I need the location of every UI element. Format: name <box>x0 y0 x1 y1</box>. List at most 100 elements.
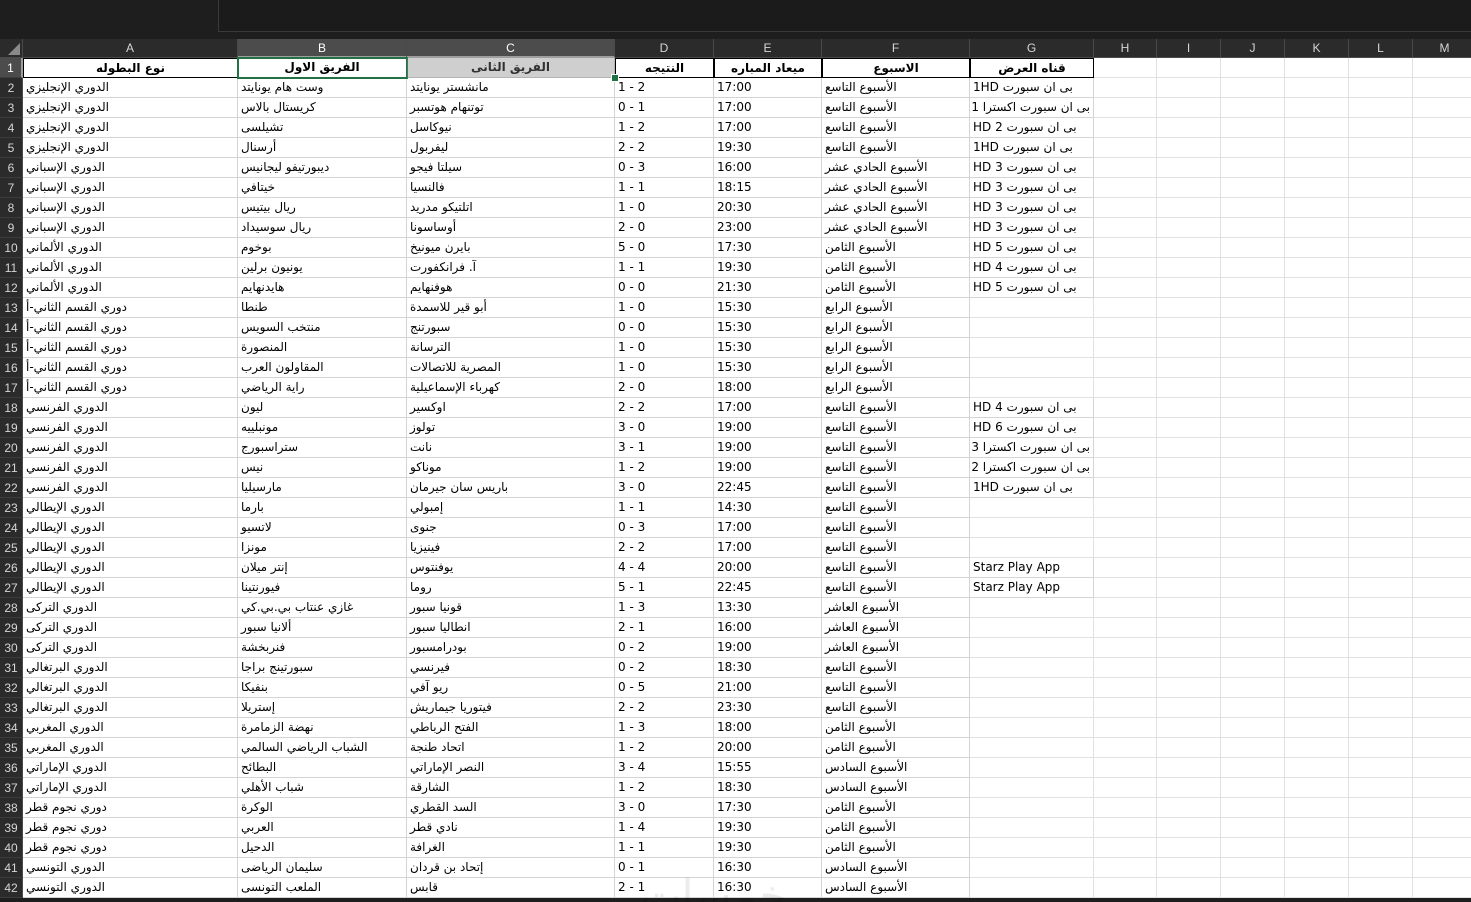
cell-d[interactable]: 1 - 3 <box>615 598 714 618</box>
cell[interactable] <box>1221 678 1285 698</box>
cell[interactable] <box>1349 438 1413 458</box>
cell-f[interactable]: الأسبوع التاسع <box>822 578 970 598</box>
cell[interactable] <box>1413 258 1471 278</box>
cell-d[interactable]: 3 - 4 <box>615 758 714 778</box>
row-header[interactable]: 1 <box>0 58 23 78</box>
cell-c[interactable]: توتنهام هوتسبر <box>407 98 615 118</box>
cell-f[interactable]: الأسبوع العاشر <box>822 638 970 658</box>
cell-e[interactable]: 20:30 <box>714 198 822 218</box>
column-header-e[interactable]: E <box>714 39 822 58</box>
cell-b[interactable]: هايدنهايم <box>238 278 407 298</box>
cell-e[interactable]: 15:55 <box>714 758 822 778</box>
cell[interactable] <box>1221 858 1285 878</box>
cell[interactable] <box>1157 138 1221 158</box>
cell-f[interactable]: الأسبوع التاسع <box>822 478 970 498</box>
cell[interactable] <box>1285 178 1349 198</box>
cell[interactable] <box>1285 558 1349 578</box>
row-header[interactable]: 28 <box>0 598 23 618</box>
cell[interactable] <box>1157 158 1221 178</box>
row-header[interactable]: 30 <box>0 638 23 658</box>
cell-a[interactable]: الدوري الإسباني <box>23 198 238 218</box>
cell[interactable] <box>1413 698 1471 718</box>
cell-c[interactable]: إمبولي <box>407 498 615 518</box>
cell[interactable] <box>1285 478 1349 498</box>
cell-a[interactable]: الدوري الإيطالي <box>23 518 238 538</box>
cell[interactable] <box>1221 218 1285 238</box>
cell-d[interactable]: 3 - 0 <box>615 478 714 498</box>
cell-a[interactable]: الدوري الإماراتي <box>23 778 238 798</box>
cell-b[interactable]: ديبورتيفو ليجانيس <box>238 158 407 178</box>
cell-f[interactable]: الأسبوع التاسع <box>822 678 970 698</box>
cell[interactable] <box>1349 218 1413 238</box>
cell[interactable] <box>1285 638 1349 658</box>
cell[interactable] <box>1221 578 1285 598</box>
cell[interactable] <box>1413 678 1471 698</box>
cell-a[interactable]: الدوري الإنجليزي <box>23 78 238 98</box>
cell-c[interactable]: جنوى <box>407 518 615 538</box>
cell-b[interactable]: ألانيا سبور <box>238 618 407 638</box>
cell[interactable] <box>1349 118 1413 138</box>
cell[interactable] <box>1285 78 1349 98</box>
cell-c[interactable]: الغرافة <box>407 838 615 858</box>
cell[interactable] <box>1349 278 1413 298</box>
cell[interactable] <box>1285 578 1349 598</box>
cell[interactable] <box>1094 798 1157 818</box>
cell[interactable] <box>1094 658 1157 678</box>
cell-a[interactable]: الدوري الإسباني <box>23 158 238 178</box>
cell[interactable] <box>1221 498 1285 518</box>
row-header[interactable]: 41 <box>0 858 23 878</box>
cell-d[interactable]: 1 - 1 <box>615 838 714 858</box>
cell-g[interactable] <box>970 858 1094 878</box>
cell[interactable] <box>1349 578 1413 598</box>
cell[interactable] <box>1349 618 1413 638</box>
cell-g[interactable] <box>970 638 1094 658</box>
cell-f[interactable]: الأسبوع الثامن <box>822 718 970 738</box>
cell[interactable] <box>1349 138 1413 158</box>
cell-a[interactable]: دوري القسم الثاني-أ <box>23 378 238 398</box>
cell[interactable] <box>1157 858 1221 878</box>
cell-f[interactable]: الأسبوع الحادي عشر <box>822 198 970 218</box>
cell[interactable] <box>1349 678 1413 698</box>
cell-d[interactable]: 0 - 0 <box>615 278 714 298</box>
cell-d[interactable]: 2 - 2 <box>615 398 714 418</box>
cell[interactable] <box>1349 698 1413 718</box>
cell-d[interactable]: 0 - 5 <box>615 678 714 698</box>
cell[interactable] <box>1285 758 1349 778</box>
cell-f[interactable]: الأسبوع السادس <box>822 858 970 878</box>
cell-g[interactable] <box>970 658 1094 678</box>
cell[interactable] <box>1157 238 1221 258</box>
cell-f[interactable]: الأسبوع السادس <box>822 878 970 898</box>
cell[interactable] <box>1157 78 1221 98</box>
cell-e[interactable]: 19:00 <box>714 418 822 438</box>
row-header[interactable]: 22 <box>0 478 23 498</box>
cell[interactable] <box>1349 458 1413 478</box>
cell[interactable] <box>1349 658 1413 678</box>
cell[interactable] <box>1094 358 1157 378</box>
cell-f[interactable]: الأسبوع الثامن <box>822 798 970 818</box>
cell-g[interactable]: بى ان سبورت 6 HD <box>970 418 1094 438</box>
cell-g[interactable] <box>970 378 1094 398</box>
cell[interactable] <box>1157 578 1221 598</box>
cell-c[interactable]: قونيا سبور <box>407 598 615 618</box>
cell-f[interactable]: الأسبوع الثامن <box>822 238 970 258</box>
cell-d[interactable]: 0 - 2 <box>615 658 714 678</box>
cell-e[interactable]: 15:30 <box>714 338 822 358</box>
cell[interactable] <box>1157 498 1221 518</box>
cell-f[interactable]: الأسبوع الحادي عشر <box>822 218 970 238</box>
cell[interactable] <box>1094 218 1157 238</box>
cell-a[interactable]: الدوري البرتغالي <box>23 658 238 678</box>
cell-e[interactable]: 20:00 <box>714 558 822 578</box>
cell-c[interactable]: موناكو <box>407 458 615 478</box>
cell-e[interactable]: 15:30 <box>714 298 822 318</box>
formula-input[interactable] <box>218 0 1471 32</box>
cell[interactable] <box>1221 798 1285 818</box>
cell[interactable] <box>1157 838 1221 858</box>
cell-a[interactable]: الدوري التركى <box>23 618 238 638</box>
cell-d[interactable]: 0 - 3 <box>615 518 714 538</box>
column-header-m[interactable]: M <box>1413 39 1471 58</box>
cell-b[interactable]: المقاولون العرب <box>238 358 407 378</box>
cell-e[interactable]: 17:00 <box>714 78 822 98</box>
cell-e[interactable]: 19:30 <box>714 838 822 858</box>
cell-d[interactable]: 0 - 1 <box>615 98 714 118</box>
cell[interactable] <box>1413 438 1471 458</box>
